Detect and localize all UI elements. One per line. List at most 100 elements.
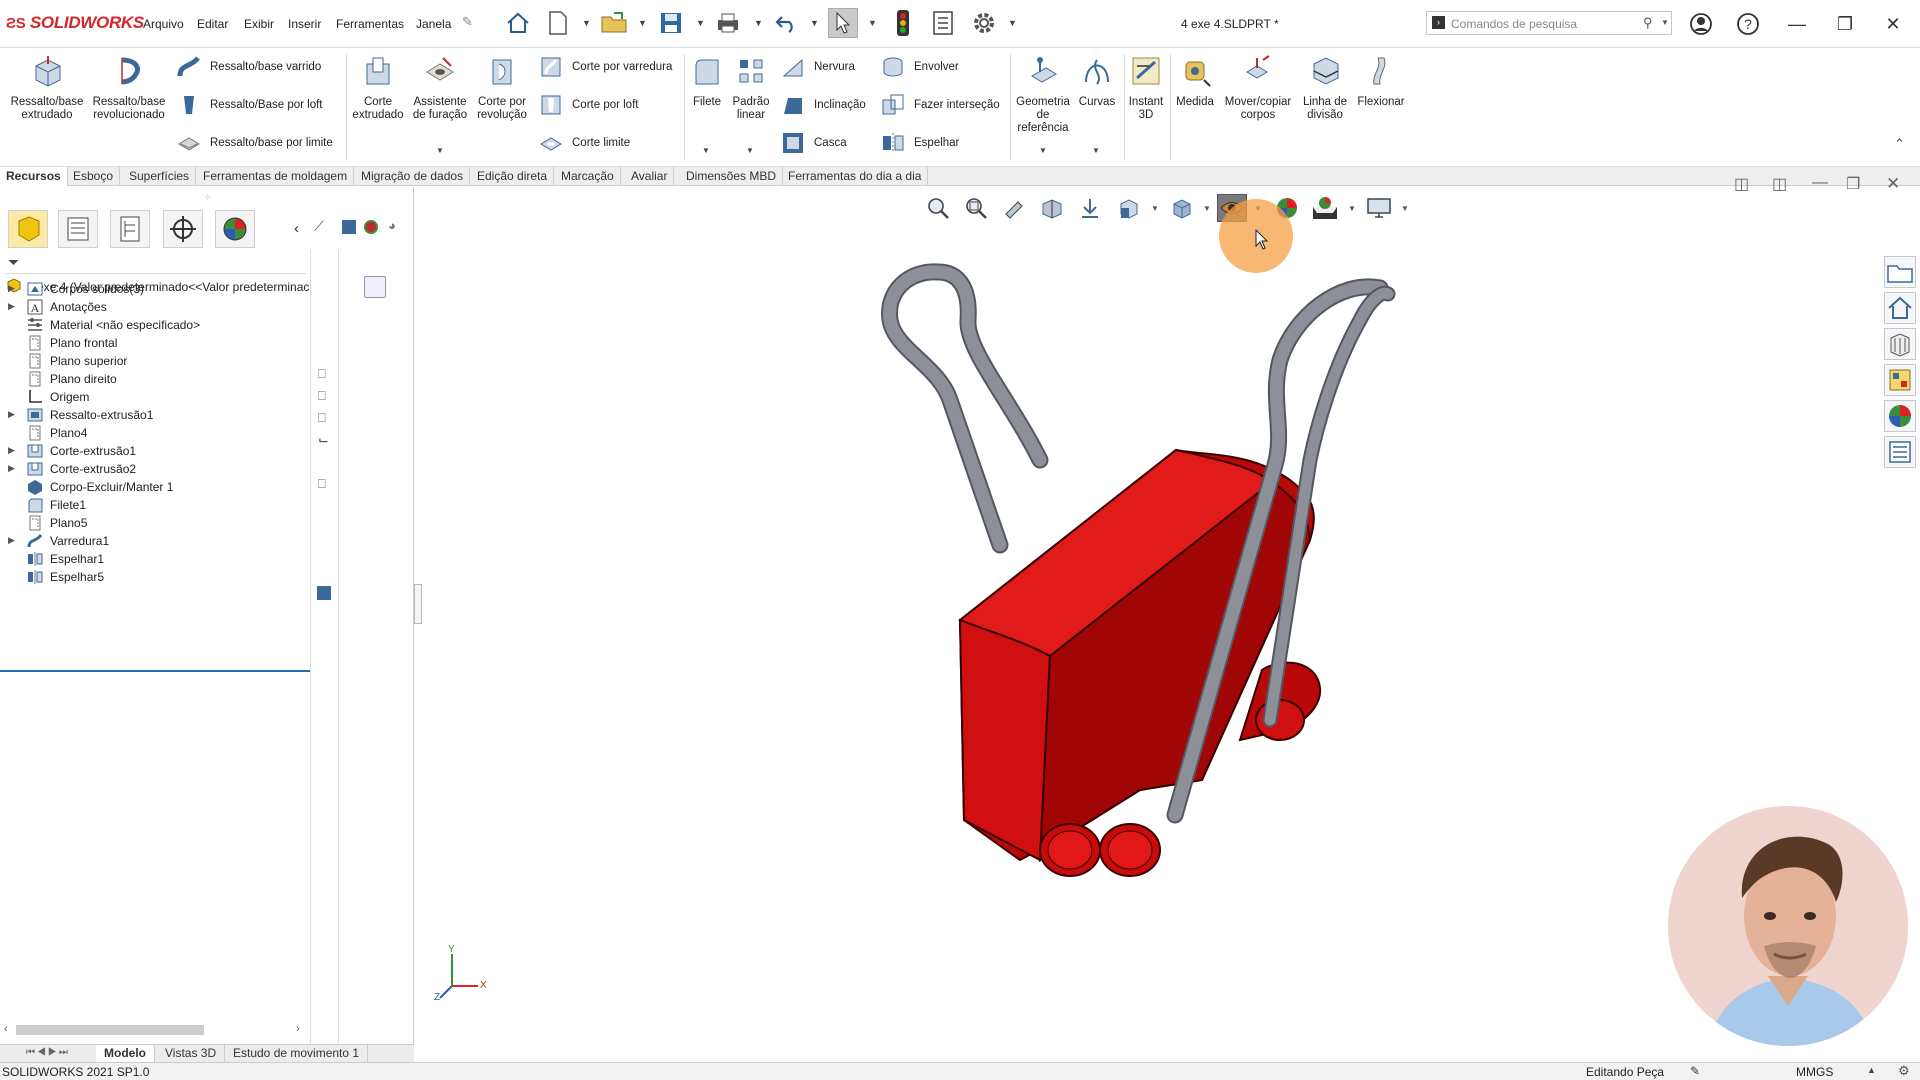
chevron-down-icon[interactable]: ▼ <box>1039 146 1047 155</box>
menu-editar[interactable]: Editar <box>197 17 228 31</box>
plane-display-icon[interactable]: ⎕ <box>318 476 326 492</box>
collapse-ribbon-icon[interactable]: ⌃ <box>1894 136 1905 152</box>
task-pane-design-library-icon[interactable] <box>1884 328 1916 360</box>
zoom-to-area-icon[interactable] <box>961 194 991 222</box>
menu-exibir[interactable]: Exibir <box>244 17 274 31</box>
scrollbar-thumb[interactable] <box>16 1025 204 1035</box>
chevron-down-icon[interactable]: ▼ <box>754 18 763 28</box>
task-pane-file-explorer-icon[interactable] <box>1884 256 1916 288</box>
search-icon[interactable]: ⚲ <box>1643 15 1653 31</box>
chevron-down-icon[interactable]: ▼ <box>436 146 444 155</box>
chevron-left-icon[interactable]: ‹ <box>294 220 299 237</box>
close-button[interactable]: ✕ <box>1878 10 1908 38</box>
minimize-button[interactable]: — <box>1782 10 1812 38</box>
lofted-boss-button[interactable]: Ressalto/Base por loft <box>176 92 323 118</box>
rib-button[interactable]: Nervura <box>780 54 855 80</box>
print-icon[interactable] <box>713 8 743 38</box>
hole-wizard-button[interactable]: Assistente de furação <box>410 54 470 122</box>
swept-cut-button[interactable]: Corte por varredura <box>538 54 672 80</box>
wrap-button[interactable]: Envolver <box>880 54 959 80</box>
tab-dimxpertmanager[interactable] <box>163 210 203 248</box>
revolved-boss-button[interactable]: Ressalto/base revolucionado <box>88 54 170 122</box>
horizontal-scrollbar[interactable]: ‹ › <box>0 1022 308 1038</box>
intersect-button[interactable]: Fazer interseção <box>880 92 1000 118</box>
plane-display-icon[interactable]: ⎕ <box>318 410 326 426</box>
tab-ferramentas-de-moldagem[interactable]: Ferramentas de moldagem <box>197 167 355 186</box>
user-account-icon[interactable] <box>1686 10 1716 38</box>
options-gear-icon[interactable] <box>969 8 999 38</box>
menu-ferramentas[interactable]: Ferramentas <box>336 17 404 31</box>
tab-esboco[interactable]: Esboço <box>67 167 121 186</box>
scroll-left-icon[interactable]: ‹ <box>4 1023 8 1035</box>
panel-splitter-grip[interactable]: ⁘ <box>204 192 212 203</box>
select-arrow-icon[interactable] <box>828 8 858 38</box>
menu-janela[interactable]: Janela <box>416 17 451 31</box>
task-pane-appearances-icon[interactable] <box>1884 400 1916 432</box>
dynamic-annotation-views-icon[interactable] <box>1075 194 1105 222</box>
task-pane-view-palette-icon[interactable] <box>1884 364 1916 396</box>
viewport-minimize-icon[interactable]: — <box>1812 174 1828 192</box>
save-icon[interactable] <box>656 8 686 38</box>
viewport-split-left-icon[interactable]: ◫ <box>1734 174 1749 194</box>
solidworks-logo[interactable]: ƧS SOLIDWORKS <box>6 13 144 33</box>
reference-geometry-button[interactable]: Geometria de referência <box>1014 54 1072 135</box>
file-properties-icon[interactable] <box>928 8 958 38</box>
shell-button[interactable]: Casca <box>780 130 847 156</box>
chevron-down-icon[interactable]: ▼ <box>1401 204 1409 213</box>
expand-arrow-icon[interactable]: ▶ <box>8 301 15 312</box>
move-copy-bodies-button[interactable]: Mover/copiar corpos <box>1222 54 1294 122</box>
pin-icon[interactable]: ✎ <box>462 14 473 30</box>
rollback-bar[interactable] <box>0 670 310 672</box>
help-icon[interactable]: ? <box>1733 10 1763 38</box>
boundary-boss-button[interactable]: Ressalto/base por limite <box>176 130 333 156</box>
chevron-down-icon[interactable]: ▼ <box>868 18 877 28</box>
view-settings-monitor-icon[interactable] <box>1364 194 1394 222</box>
chevron-down-icon[interactable]: ▼ <box>696 18 705 28</box>
expand-arrow-icon[interactable]: ▶ <box>8 535 15 546</box>
chevron-down-icon[interactable]: ▼ <box>1092 146 1100 155</box>
appearance-icon[interactable] <box>364 220 378 234</box>
chevron-down-icon[interactable]: ▼ <box>638 18 647 28</box>
tab-avaliar[interactable]: Avaliar <box>625 167 675 186</box>
section-view-icon[interactable] <box>1037 194 1067 222</box>
home-icon[interactable] <box>503 8 533 38</box>
mirror-button[interactable]: Espelhar <box>880 130 959 156</box>
fillet-button[interactable]: Filete <box>688 54 726 109</box>
lofted-cut-button[interactable]: Corte por loft <box>538 92 638 118</box>
tab-estudo-de-movimento[interactable]: Estudo de movimento 1 <box>225 1045 369 1062</box>
panel-collapse-handle[interactable] <box>414 584 422 624</box>
curves-button[interactable]: Curvas <box>1076 54 1118 109</box>
chevron-down-icon[interactable]: ▼ <box>1203 204 1211 213</box>
menu-inserir[interactable]: Inserir <box>288 17 321 31</box>
tab-modelo[interactable]: Modelo <box>96 1045 155 1062</box>
tab-featuremanager[interactable] <box>8 210 48 248</box>
rebuild-status-icon[interactable]: ✎ <box>1690 1064 1700 1078</box>
rebuild-traffic-light-icon[interactable] <box>888 8 918 38</box>
undo-icon[interactable] <box>771 8 801 38</box>
split-line-button[interactable]: Linha de divisão <box>1298 54 1352 122</box>
expand-arrow-icon[interactable]: ▶ <box>8 445 15 456</box>
boundary-cut-button[interactable]: Corte limite <box>538 130 630 156</box>
chevron-down-icon[interactable]: ▼ <box>702 146 710 155</box>
chevron-down-icon[interactable]: ▼ <box>1661 18 1669 27</box>
filter-bar[interactable]: ⏷ <box>6 252 306 274</box>
tab-superficies[interactable]: Superfícies <box>123 167 197 186</box>
viewport-close-icon[interactable]: ✕ <box>1886 174 1900 194</box>
plane-display-icon[interactable]: ⎕ <box>318 366 326 382</box>
instant-3d-button[interactable]: Instant 3D <box>1126 54 1166 122</box>
scroll-right-icon[interactable]: › <box>296 1023 300 1035</box>
tab-recursos[interactable]: Recursos <box>0 167 68 186</box>
view-orientation-icon[interactable] <box>1114 194 1144 222</box>
extruded-cut-button[interactable]: Corte extrudado <box>350 54 406 122</box>
swept-boss-button[interactable]: Ressalto/base varrido <box>176 54 321 80</box>
open-folder-icon[interactable] <box>599 8 629 38</box>
chevron-down-icon[interactable]: ▼ <box>1151 204 1159 213</box>
flex-button[interactable]: Flexionar <box>1354 54 1408 109</box>
display-style-icon[interactable] <box>342 220 356 234</box>
chevron-down-icon[interactable]: ▼ <box>582 18 591 28</box>
tab-ferramentas-do-dia-a-dia[interactable]: Ferramentas do dia a dia <box>782 167 929 186</box>
chevron-down-icon[interactable]: ▼ <box>1348 204 1356 213</box>
chevron-down-icon[interactable]: ▼ <box>1008 18 1017 28</box>
tab-edicao-direta[interactable]: Edição direta <box>471 167 555 186</box>
task-pane-home-icon[interactable] <box>1884 292 1916 324</box>
